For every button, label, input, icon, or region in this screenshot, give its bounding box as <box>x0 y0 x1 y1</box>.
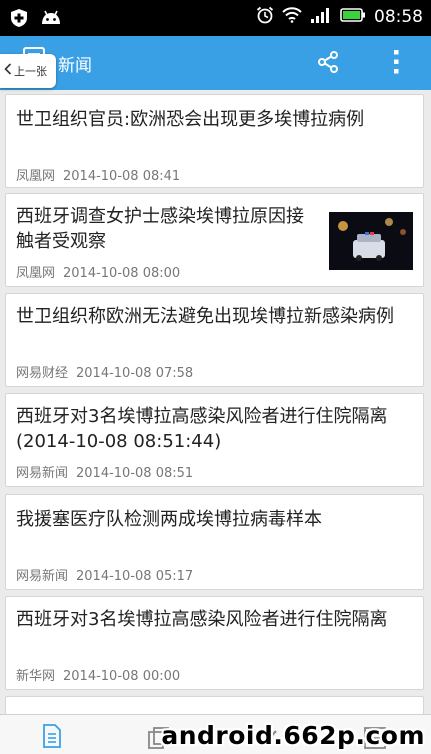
article-time: 2014-10-08 07:58 <box>76 366 194 381</box>
article-title: 世卫组织官员:欧洲恐会出现更多埃博拉病例 <box>16 109 365 130</box>
article-source: 网易新闻 <box>16 569 69 584</box>
article-source: 网易新闻 <box>16 466 69 481</box>
watermark: android.662p.com <box>161 721 425 750</box>
alarm-icon <box>256 6 274 28</box>
status-bar: 08:58 <box>0 0 431 36</box>
article-meta: 新华网 2014-10-08 00:00 <box>16 665 180 684</box>
list-item[interactable]: 西班牙对3名埃博拉高感染风险者进行住院隔离(2014-10-08 08:51:4… <box>5 393 424 487</box>
article-meta: 凤凰网 2014-10-08 08:41 <box>16 165 180 184</box>
article-source: 新华网 <box>16 669 56 684</box>
list-item[interactable]: 西班牙调查女护士感染埃博拉原因接触者受观察 凤凰网 2014-10-08 08:0… <box>5 193 424 287</box>
article-meta: 网易新闻 2014-10-08 05:17 <box>16 565 193 584</box>
article-time: 2014-10-08 08:51 <box>76 466 194 481</box>
article-title: 我援塞医疗队检测两成埃博拉病毒样本 <box>16 509 322 530</box>
battery-icon <box>340 7 366 27</box>
previous-label: 上一张 <box>14 65 47 78</box>
list-item[interactable]: 西班牙对3名埃博拉高感染风险者进行住院隔离 新华网 2014-10-08 00:0… <box>5 596 424 690</box>
article-time: 2014-10-08 05:17 <box>76 569 194 584</box>
article-title: 西班牙调查女护士感染埃博拉原因接触者受观察 <box>16 206 304 252</box>
article-source: 凤凰网 <box>16 266 56 281</box>
share-icon[interactable] <box>316 50 340 78</box>
chevron-left-icon <box>4 63 12 79</box>
article-title: 西班牙对3名埃博拉高感染风险者进行住院隔离 <box>16 609 388 630</box>
signal-icon <box>310 7 332 27</box>
app-bar: 新闻 <box>0 36 431 90</box>
article-meta: 凤凰网 2014-10-08 08:00 <box>16 262 180 281</box>
android-icon <box>40 10 62 30</box>
article-source: 网易财经 <box>16 366 69 381</box>
previous-button[interactable]: 上一张 <box>0 54 56 88</box>
document-icon[interactable] <box>42 724 62 752</box>
article-time: 2014-10-08 08:41 <box>63 169 181 184</box>
list-item[interactable]: 世卫组织称欧洲无法避免出现埃博拉新感染病例 网易财经 2014-10-08 07:… <box>5 293 424 387</box>
article-title: 西班牙对3名埃博拉高感染风险者进行住院隔离(2014-10-08 08:51:4… <box>16 406 388 452</box>
page-title: 新闻 <box>58 56 92 76</box>
shield-plus-icon <box>10 8 28 32</box>
more-icon[interactable] <box>390 48 402 80</box>
article-time: 2014-10-08 08:00 <box>63 266 181 281</box>
article-list: 世卫组织官员:欧洲恐会出现更多埃博拉病例 凤凰网 2014-10-08 08:41… <box>0 90 431 714</box>
article-title: 世卫组织称欧洲无法避免出现埃博拉新感染病例 <box>16 306 394 327</box>
wifi-icon <box>282 7 302 27</box>
bottom-bar: android.662p.com <box>0 714 431 754</box>
clock-time: 08:58 <box>374 7 423 27</box>
article-time: 2014-10-08 00:00 <box>63 669 181 684</box>
article-source: 凤凰网 <box>16 169 56 184</box>
list-item[interactable] <box>5 696 424 714</box>
article-meta: 网易财经 2014-10-08 07:58 <box>16 362 193 381</box>
article-meta: 网易新闻 2014-10-08 08:51 <box>16 462 193 481</box>
list-item[interactable]: 世卫组织官员:欧洲恐会出现更多埃博拉病例 凤凰网 2014-10-08 08:41 <box>5 94 424 188</box>
article-thumbnail[interactable] <box>329 212 413 270</box>
list-item[interactable]: 我援塞医疗队检测两成埃博拉病毒样本 网易新闻 2014-10-08 05:17 <box>5 494 424 590</box>
